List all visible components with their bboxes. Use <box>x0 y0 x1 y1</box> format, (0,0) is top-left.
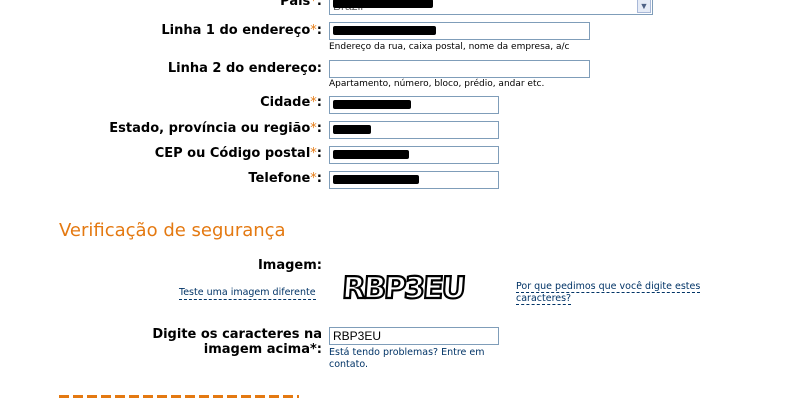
captcha-required-mark: *: <box>310 342 322 357</box>
zip-input[interactable]: 92500000 <box>329 146 499 164</box>
line1-redaction <box>333 26 436 35</box>
country-select[interactable]: Brazil ▼ <box>329 0 653 15</box>
captcha-glyphs: RBP3EU <box>341 271 465 306</box>
zip-redaction <box>333 150 409 159</box>
line2-label: Linha 2 do endereço: <box>167 61 322 76</box>
captcha-image: RBP3EU <box>340 264 490 310</box>
why-link[interactable]: Por que pedimos que você digite estes ca… <box>516 281 716 305</box>
captcha-input-label-text: Digite os caracteres na imagem acima <box>152 327 322 357</box>
phone-label: Telefone*: <box>248 171 322 186</box>
line2-hint: Apartamento, número, bloco, prédio, anda… <box>329 79 545 89</box>
captcha-input-label: Digite os caracteres na imagem acima*: <box>120 327 322 357</box>
phone-redaction <box>333 175 419 184</box>
state-input[interactable]: RS <box>329 121 499 139</box>
captcha-image-label: Imagem: <box>257 258 322 273</box>
help-contact-text[interactable]: Está tendo problemas? Entre em contato. <box>329 347 499 371</box>
country-label: País*: <box>280 0 322 9</box>
phone-input[interactable]: 5181995940 <box>329 171 499 189</box>
zip-label: CEP ou Código postal*: <box>154 146 322 161</box>
city-label: Cidade*: <box>260 95 322 110</box>
line1-label: Linha 1 do endereço*: <box>161 23 322 38</box>
line1-input[interactable]: 5181995940 <box>329 22 590 40</box>
try-other-image-link[interactable]: Teste uma imagem diferente <box>179 287 316 300</box>
line1-hint: Endereço da rua, caixa postal, nome da e… <box>329 42 570 52</box>
chevron-down-icon[interactable]: ▼ <box>637 0 651 13</box>
security-section-title: Verificação de segurança <box>59 220 286 241</box>
country-redaction <box>333 0 433 8</box>
captcha-input[interactable]: RBP3EU <box>329 327 499 345</box>
city-input[interactable]: Guaiba <box>329 96 499 114</box>
captcha-input-value: RBP3EU <box>333 329 382 343</box>
next-section-title-cutoff <box>59 391 319 400</box>
line2-input[interactable] <box>329 60 590 78</box>
state-label: Estado, província ou região*: <box>109 121 322 136</box>
city-redaction <box>333 100 411 109</box>
why-link-text[interactable]: Por que pedimos que você digite estes ca… <box>516 281 701 305</box>
state-redaction <box>333 125 371 134</box>
